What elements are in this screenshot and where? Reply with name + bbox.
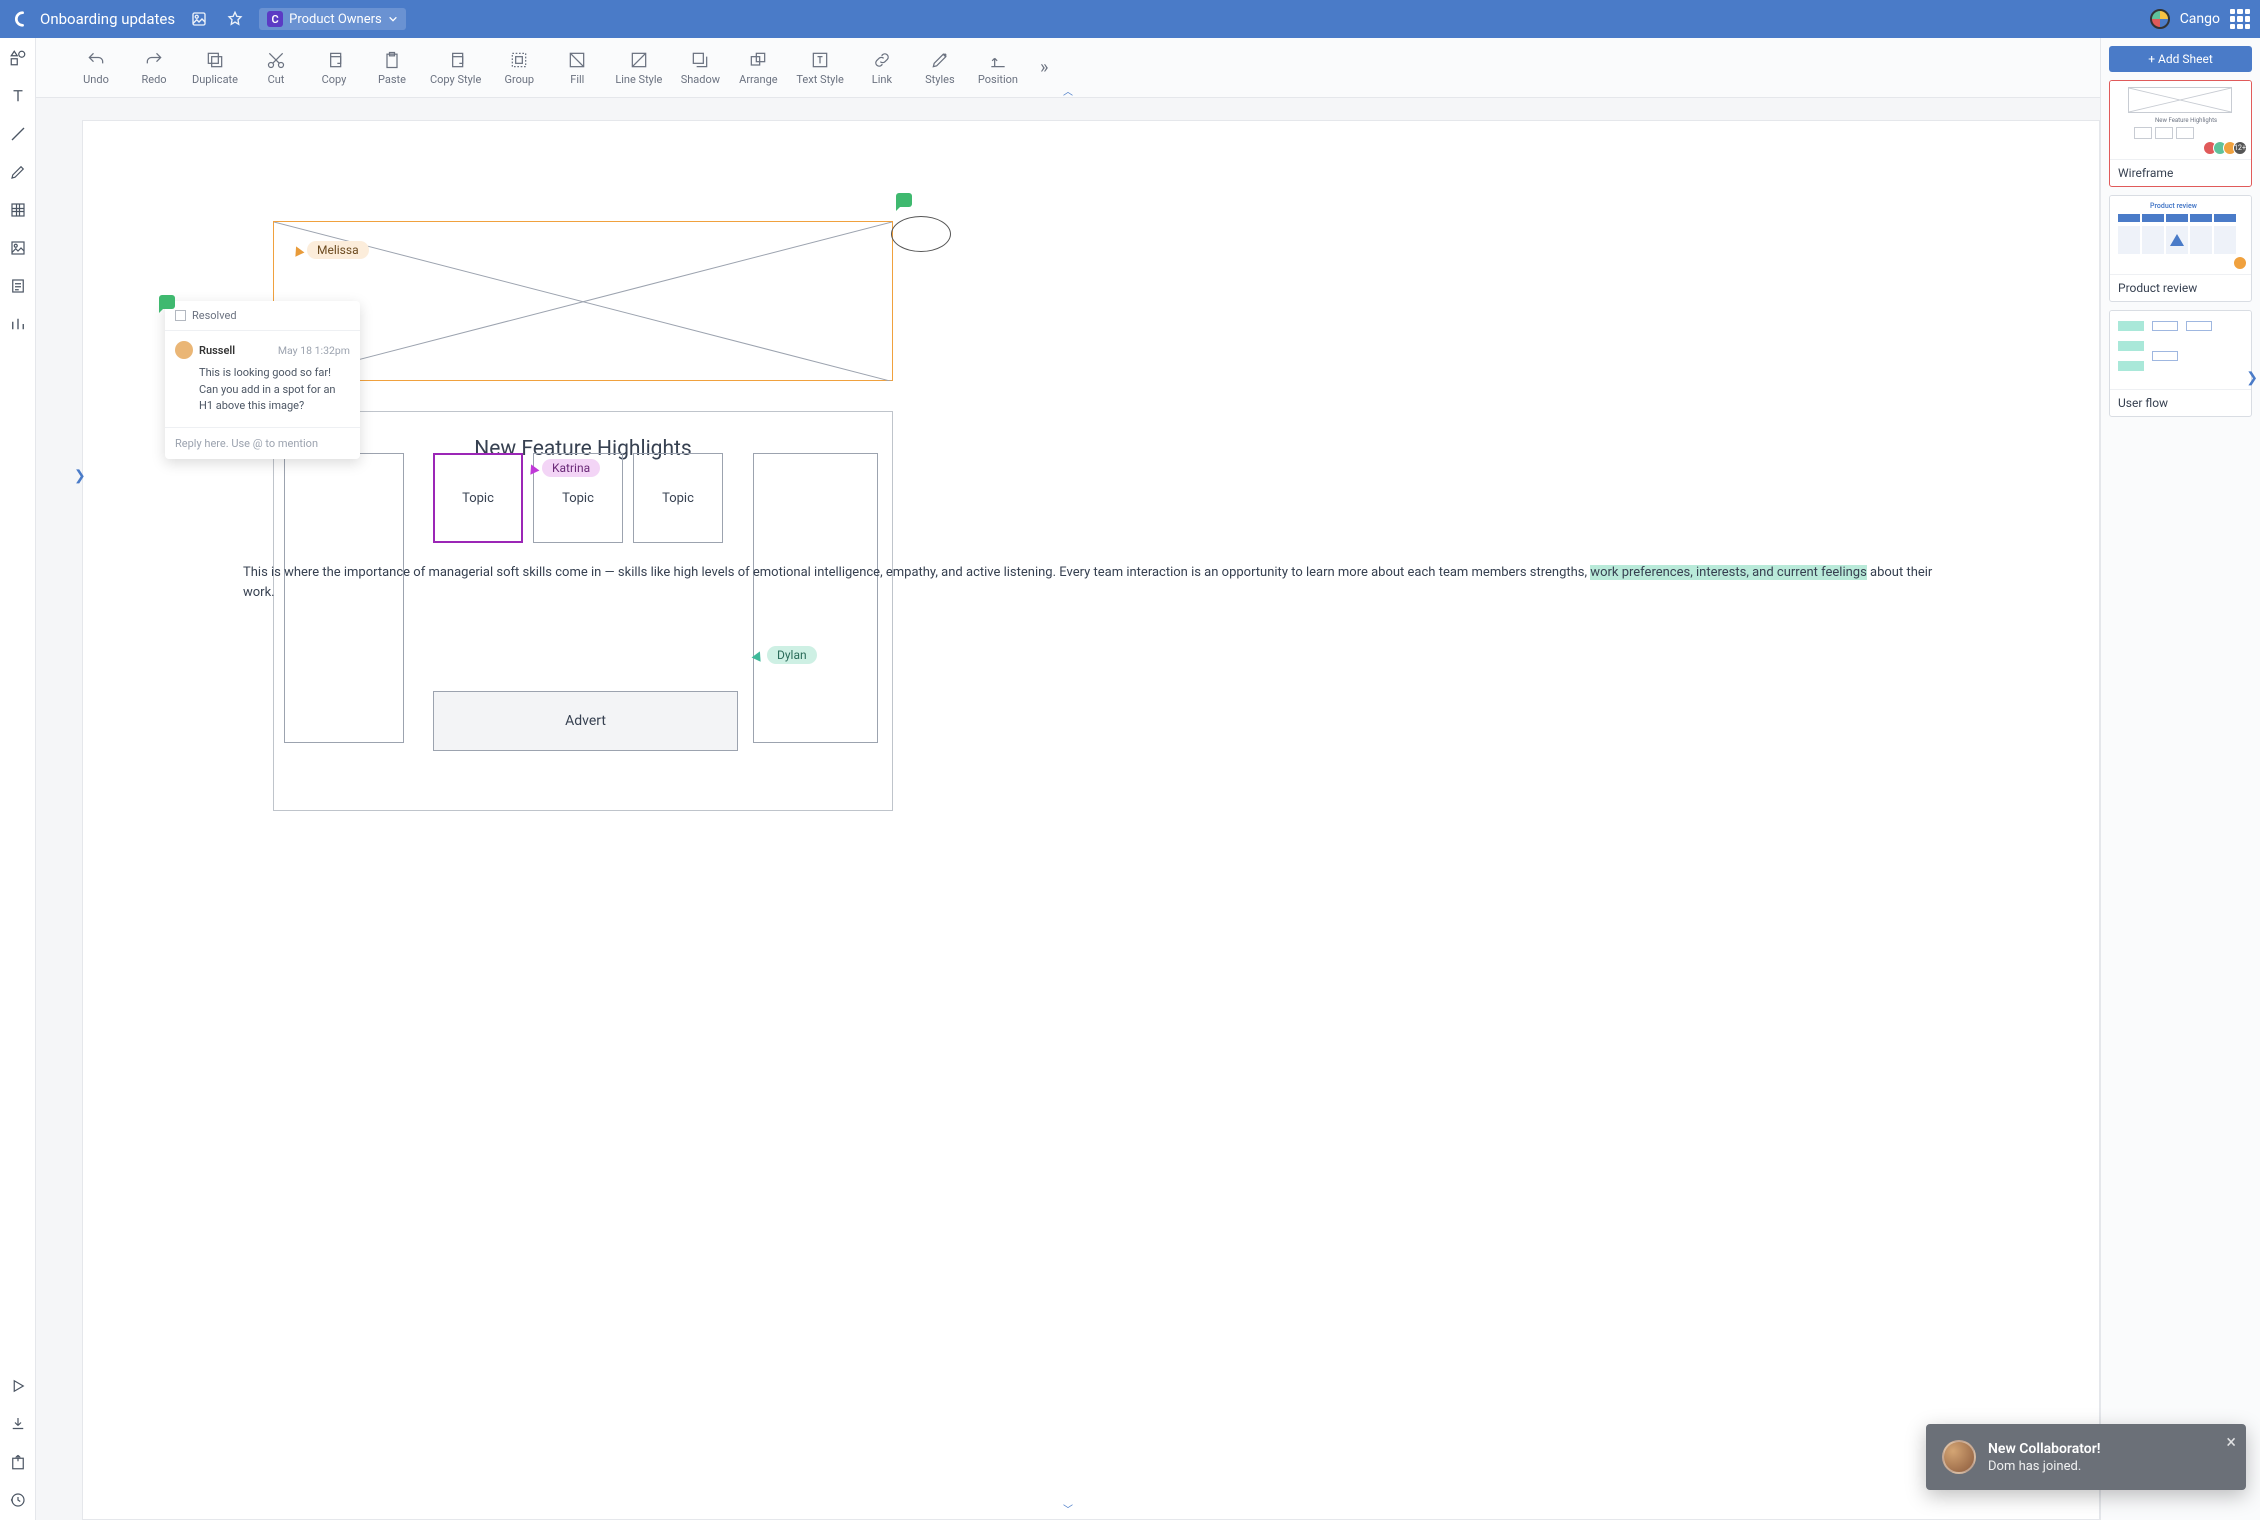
redo-button[interactable]: Redo bbox=[134, 50, 174, 86]
sheet-thumbnail: Product review bbox=[2110, 196, 2251, 274]
canvas-area[interactable]: ❯ Melissa New Feature Highlights bbox=[36, 98, 2100, 1520]
text-tool-icon[interactable] bbox=[8, 86, 28, 106]
expand-right-panel-icon[interactable]: ❯ bbox=[2246, 370, 2258, 386]
pen-tool-icon[interactable] bbox=[8, 162, 28, 182]
team-label: Product Owners bbox=[289, 12, 382, 27]
freeform-selection-lasso[interactable] bbox=[891, 216, 951, 252]
brand-name: Cango bbox=[2180, 11, 2220, 27]
document-title[interactable]: Onboarding updates bbox=[40, 10, 175, 28]
sheet-thumbnail bbox=[2110, 311, 2251, 389]
shapes-tool-icon[interactable] bbox=[8, 48, 28, 68]
comment-thread-popup: Resolved Russell May 18 1:32pm This is l… bbox=[165, 301, 360, 459]
team-selector[interactable]: C Product Owners bbox=[259, 8, 406, 30]
comment-reply-input[interactable]: Reply here. Use @ to mention bbox=[165, 427, 360, 459]
paste-button[interactable]: Paste bbox=[372, 50, 412, 86]
topic-card-1[interactable]: Topic bbox=[433, 453, 523, 543]
collaborator-cursor-katrina: Katrina bbox=[528, 459, 600, 477]
collaborator-cursor-melissa: Melissa bbox=[293, 241, 369, 259]
export-icon[interactable] bbox=[8, 1452, 28, 1472]
history-icon[interactable] bbox=[8, 1490, 28, 1510]
fill-button[interactable]: Fill bbox=[557, 50, 597, 86]
left-toolbar bbox=[0, 38, 36, 1520]
app-logo-icon[interactable] bbox=[10, 10, 28, 28]
top-bar: Onboarding updates C Product Owners Cang… bbox=[0, 0, 2260, 38]
grid-tool-icon[interactable] bbox=[8, 200, 28, 220]
position-button[interactable]: Position bbox=[978, 50, 1018, 86]
copy-button[interactable]: Copy bbox=[314, 50, 354, 86]
comment-message: This is looking good so far! Can you add… bbox=[175, 365, 350, 415]
resolved-label: Resolved bbox=[192, 309, 237, 322]
team-badge-icon: C bbox=[267, 11, 283, 27]
apps-menu-icon[interactable] bbox=[2230, 9, 2250, 29]
toast-title: New Collaborator! bbox=[1988, 1441, 2100, 1457]
collaborator-cursor-dylan: Dylan bbox=[753, 646, 817, 664]
comment-thread-marker-icon[interactable] bbox=[159, 295, 175, 309]
image-tool-icon[interactable] bbox=[8, 238, 28, 258]
chevron-down-icon bbox=[388, 14, 398, 24]
favorite-star-icon[interactable] bbox=[223, 7, 247, 31]
toast-avatar bbox=[1942, 1440, 1976, 1474]
sheet-user-flow[interactable]: User flow bbox=[2109, 310, 2252, 417]
document-tool-icon[interactable] bbox=[8, 276, 28, 296]
toast-close-icon[interactable]: × bbox=[2226, 1434, 2236, 1452]
comment-marker-icon[interactable] bbox=[896, 193, 912, 207]
duplicate-button[interactable]: Duplicate bbox=[192, 50, 238, 86]
resolved-checkbox[interactable] bbox=[175, 310, 186, 321]
sheet-collaborator-avatars: 12+ bbox=[2207, 141, 2247, 155]
sheet-collaborator-avatars bbox=[2237, 256, 2247, 270]
history-icon[interactable] bbox=[187, 7, 211, 31]
text-style-button[interactable]: Text Style bbox=[796, 50, 844, 86]
action-toolbar: Undo Redo Duplicate Cut Copy Paste Copy … bbox=[36, 38, 2100, 98]
line-style-button[interactable]: Line Style bbox=[615, 50, 662, 86]
sheet-label: Product review bbox=[2110, 274, 2251, 301]
sheet-thumbnail: New Feature Highlights 12+ bbox=[2110, 81, 2251, 159]
sheets-panel: ❯ + Add Sheet New Feature Highlights 12+… bbox=[2100, 38, 2260, 1520]
copy-style-button[interactable]: Copy Style bbox=[430, 50, 481, 86]
shadow-button[interactable]: Shadow bbox=[680, 50, 720, 86]
sheet-label: User flow bbox=[2110, 389, 2251, 416]
toolbar-more-icon[interactable]: » bbox=[1040, 57, 1048, 78]
expand-bottom-icon[interactable]: ﹀ bbox=[1063, 1501, 1073, 1516]
toast-message: Dom has joined. bbox=[1988, 1459, 2100, 1474]
cursor-icon bbox=[527, 462, 540, 474]
styles-button[interactable]: Styles bbox=[920, 50, 960, 86]
sheet-label: Wireframe bbox=[2110, 159, 2251, 186]
chart-tool-icon[interactable] bbox=[8, 314, 28, 334]
cut-button[interactable]: Cut bbox=[256, 50, 296, 86]
line-tool-icon[interactable] bbox=[8, 124, 28, 144]
download-icon[interactable] bbox=[8, 1414, 28, 1434]
comment-author-name: Russell bbox=[199, 344, 235, 357]
brand-logo-icon[interactable] bbox=[2150, 9, 2170, 29]
topic-card-3[interactable]: Topic bbox=[633, 453, 723, 543]
undo-button[interactable]: Undo bbox=[76, 50, 116, 86]
wireframe-body-text[interactable]: This is where the importance of manageri… bbox=[83, 553, 1959, 603]
arrange-button[interactable]: Arrange bbox=[738, 50, 778, 86]
expand-left-panel-icon[interactable]: ❯ bbox=[74, 468, 86, 484]
cursor-icon bbox=[292, 244, 305, 256]
group-button[interactable]: Group bbox=[499, 50, 539, 86]
cursor-icon bbox=[752, 649, 765, 661]
add-sheet-button[interactable]: + Add Sheet bbox=[2109, 46, 2252, 72]
comment-author-avatar bbox=[175, 341, 193, 359]
highlighted-text: work preferences, interests, and current… bbox=[1590, 565, 1867, 580]
sheet-wireframe[interactable]: New Feature Highlights 12+ Wireframe bbox=[2109, 80, 2252, 187]
sheet-product-review[interactable]: Product review Product review bbox=[2109, 195, 2252, 302]
new-collaborator-toast: New Collaborator! Dom has joined. × bbox=[1926, 1424, 2246, 1490]
play-icon[interactable] bbox=[8, 1376, 28, 1396]
wireframe-advert-box[interactable]: Advert bbox=[433, 691, 738, 751]
comment-timestamp: May 18 1:32pm bbox=[278, 344, 350, 357]
canvas-page: Melissa New Feature Highlights Topic Top… bbox=[82, 120, 2100, 1520]
collapse-toolbar-icon[interactable]: ︿ bbox=[1063, 83, 1073, 98]
link-button[interactable]: Link bbox=[862, 50, 902, 86]
